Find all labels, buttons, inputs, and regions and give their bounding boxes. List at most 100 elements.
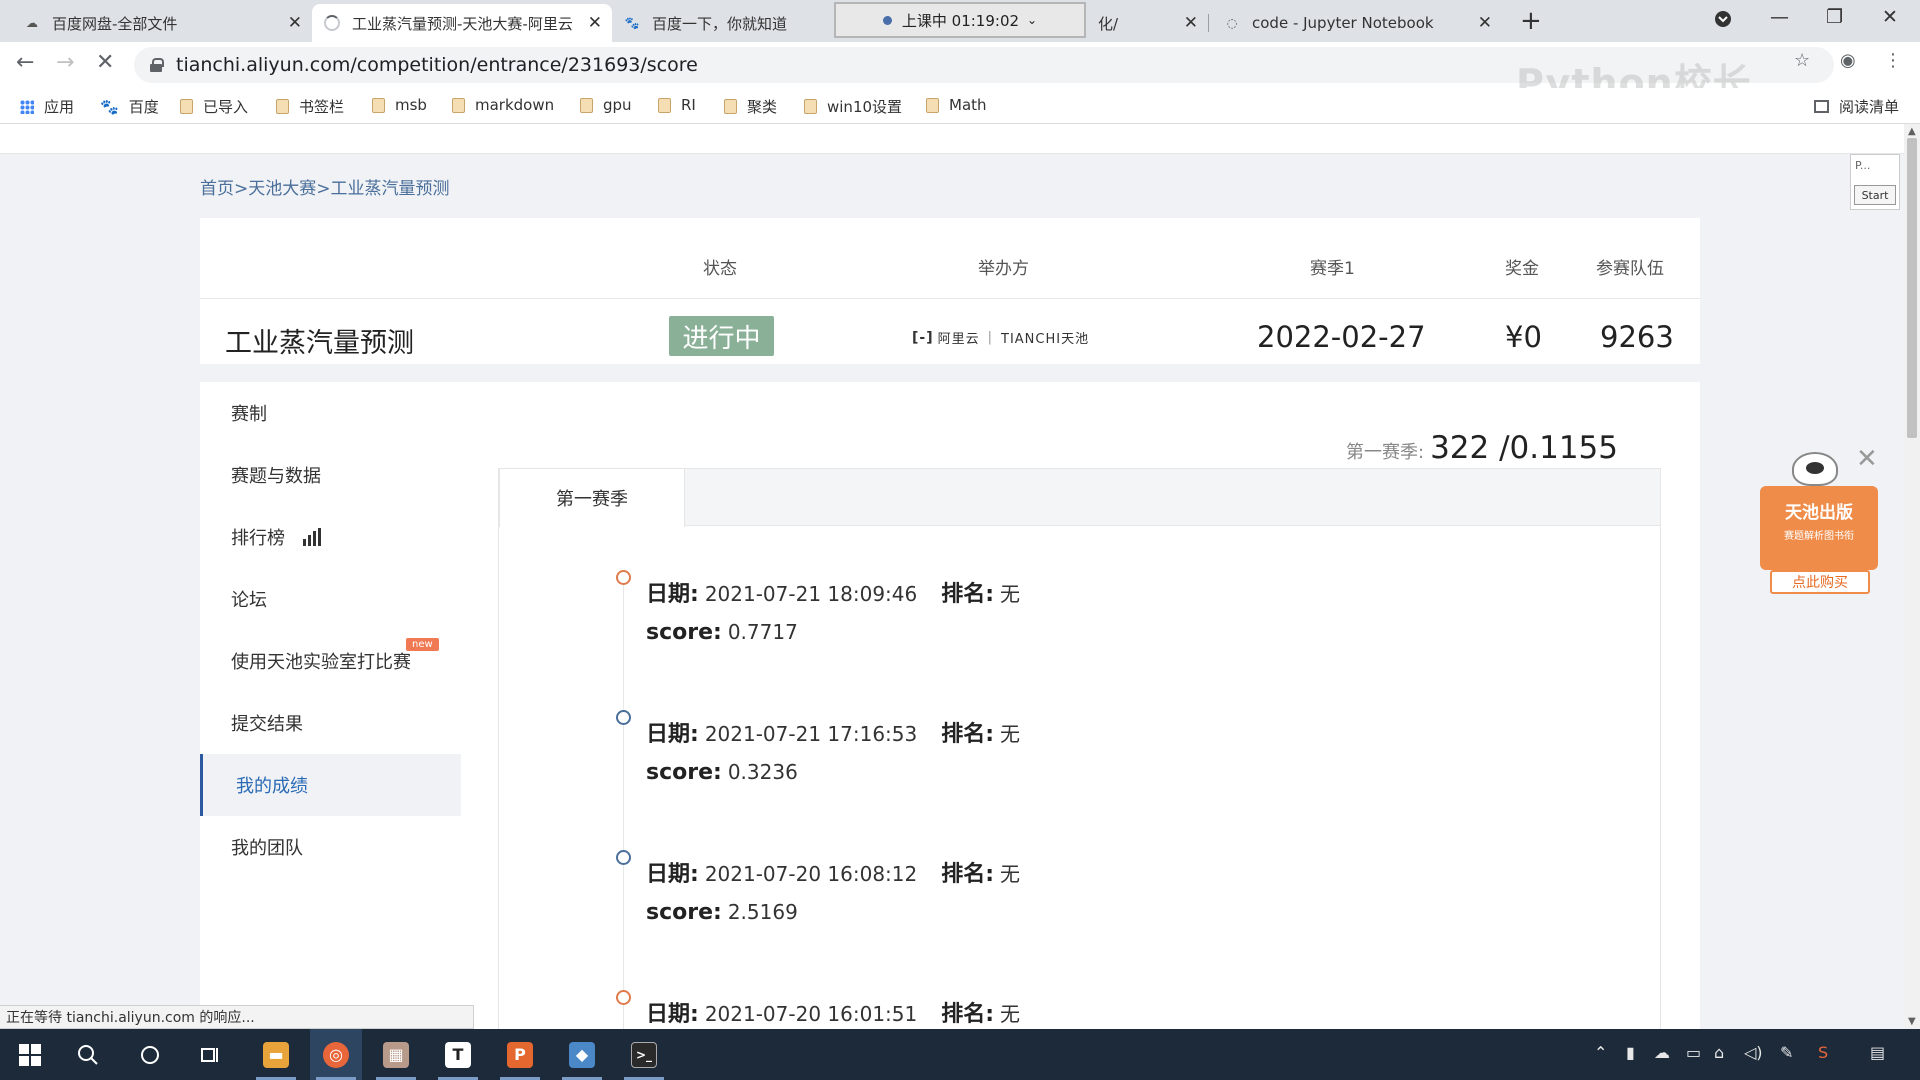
cortana-icon[interactable] bbox=[124, 1029, 176, 1080]
bookmark-clustering[interactable]: 聚类 bbox=[724, 96, 777, 117]
browser-tab-bar: ☁ 百度网盘-全部文件 ✕ 工业蒸汽量预测-天池大赛-阿里云 ✕ 🐾 百度一下，… bbox=[0, 0, 1920, 42]
typora-icon[interactable]: T bbox=[432, 1029, 484, 1080]
sidebar-item-my-team[interactable]: 我的团队 bbox=[200, 816, 461, 878]
sidebar-item-label: 论坛 bbox=[231, 590, 267, 611]
tab-jupyter[interactable]: ◌ code - Jupyter Notebook ✕ bbox=[1212, 4, 1502, 42]
sidebar-item-my-scores[interactable]: 我的成绩 bbox=[200, 754, 461, 816]
tray-chevron-up-icon[interactable]: ⌃ bbox=[1594, 1043, 1607, 1062]
pen-icon[interactable]: ✎ bbox=[1780, 1043, 1793, 1062]
back-arrow-icon[interactable]: ← bbox=[16, 50, 34, 75]
entry-date-rank: 日期: 2021-07-21 17:16:53 排名: 无 bbox=[646, 716, 1020, 748]
tab-search-icon[interactable] bbox=[1714, 10, 1732, 33]
reading-list[interactable]: 阅读清单 bbox=[1814, 96, 1899, 117]
bookmark-label: 书签栏 bbox=[299, 98, 345, 116]
sogou-input-icon[interactable]: S bbox=[1818, 1043, 1828, 1062]
scroll-down-icon[interactable]: ▼ bbox=[1908, 1016, 1916, 1027]
bookmark-apps[interactable]: 应用 bbox=[20, 96, 74, 117]
breadcrumb[interactable]: 首页>天池大赛>工业蒸汽量预测 bbox=[200, 174, 450, 199]
bookmark-msb[interactable]: msb bbox=[372, 96, 427, 114]
start-button[interactable]: Start bbox=[1854, 185, 1896, 205]
header-season: 赛季1 bbox=[1310, 259, 1355, 279]
onedrive-cloud-icon[interactable]: ☁ bbox=[1654, 1043, 1670, 1062]
folder-icon bbox=[926, 97, 939, 113]
bookmark-gpu[interactable]: gpu bbox=[580, 96, 632, 114]
notification-icon[interactable]: ▤ bbox=[1870, 1043, 1885, 1062]
tab-baidu-pan[interactable]: ☁ 百度网盘-全部文件 ✕ bbox=[12, 4, 312, 42]
sidebar-item-forum[interactable]: 论坛 bbox=[200, 568, 461, 630]
url-text[interactable]: tianchi.aliyun.com/competition/entrance/… bbox=[176, 54, 698, 76]
maximize-icon[interactable]: ❐ bbox=[1826, 6, 1843, 28]
folder-icon bbox=[452, 97, 465, 113]
date-label: 日期: bbox=[646, 722, 699, 747]
start-button[interactable] bbox=[4, 1029, 56, 1080]
tray-app-icon[interactable]: ▮ bbox=[1626, 1043, 1635, 1062]
timeline-dot bbox=[616, 570, 631, 585]
bookmark-math[interactable]: Math bbox=[926, 96, 987, 114]
recording-indicator[interactable]: 上课中 01:19:02 ⌄ bbox=[834, 2, 1086, 38]
bookmark-star-icon[interactable]: ☆ bbox=[1794, 50, 1810, 71]
bookmark-win10[interactable]: win10设置 bbox=[804, 96, 902, 117]
rank-label: 排名: bbox=[941, 1002, 995, 1027]
minimize-icon[interactable]: — bbox=[1770, 6, 1789, 28]
close-icon[interactable]: ✕ bbox=[588, 13, 602, 33]
tab-partial[interactable]: 化/ ✕ bbox=[1086, 4, 1208, 42]
powerpoint-icon[interactable]: P bbox=[494, 1029, 546, 1080]
kebab-menu-icon[interactable]: ⋮ bbox=[1884, 50, 1902, 71]
header-organizer: 举办方 bbox=[978, 259, 1029, 279]
tab-baidu[interactable]: 🐾 百度一下，你就知道 bbox=[612, 4, 834, 42]
bookmark-baidu[interactable]: 🐾 百度 bbox=[100, 96, 159, 117]
vscode-icon[interactable]: ◆ bbox=[556, 1029, 608, 1080]
profile-avatar-icon[interactable]: ◉ bbox=[1840, 50, 1856, 71]
new-tab-plus-icon[interactable]: + bbox=[1520, 6, 1542, 36]
vertical-scrollbar[interactable]: ▲ ▼ bbox=[1904, 124, 1920, 1029]
stop-loading-icon[interactable]: ✕ bbox=[96, 50, 114, 75]
battery-icon[interactable]: ▭ bbox=[1686, 1043, 1701, 1062]
terminal-icon[interactable]: >_ bbox=[618, 1029, 670, 1080]
score-label: score: bbox=[646, 900, 722, 925]
tab-title: 工业蒸汽量预测-天池大赛-阿里云 bbox=[352, 14, 573, 33]
header-prize: 奖金 bbox=[1505, 259, 1539, 279]
season-score-summary: 第一赛季: 322 /0.1155 bbox=[1346, 430, 1618, 466]
bookmark-label: 聚类 bbox=[747, 98, 778, 116]
scroll-up-icon[interactable]: ▲ bbox=[1908, 126, 1916, 137]
bookmark-label: 百度 bbox=[128, 98, 159, 116]
scrollbar-thumb[interactable] bbox=[1907, 138, 1917, 438]
sidebar-item-data[interactable]: 赛题与数据 bbox=[200, 444, 461, 506]
search-icon[interactable] bbox=[62, 1029, 114, 1080]
file-explorer-icon[interactable]: ▬ bbox=[250, 1029, 302, 1080]
task-view-icon[interactable] bbox=[184, 1029, 236, 1080]
promo-book: 天池出版 赛题解析图书衔 bbox=[1760, 486, 1878, 570]
chrome-icon[interactable]: ◎ bbox=[310, 1029, 362, 1080]
timeline-dot bbox=[616, 710, 631, 725]
forward-arrow-icon[interactable]: → bbox=[56, 50, 74, 75]
rank-value: 无 bbox=[1000, 582, 1021, 606]
bookmark-markdown[interactable]: markdown bbox=[452, 96, 554, 114]
close-icon[interactable]: ✕ bbox=[288, 13, 302, 33]
close-icon[interactable]: ✕ bbox=[1856, 444, 1878, 474]
apps-grid-icon bbox=[20, 99, 34, 114]
tab-tianchi-active[interactable]: 工业蒸汽量预测-天池大赛-阿里云 ✕ bbox=[312, 4, 612, 42]
sidebar-item-submit[interactable]: 提交结果 bbox=[200, 692, 461, 754]
close-icon[interactable]: ✕ bbox=[1478, 13, 1492, 33]
sidebar-item-rules[interactable]: 赛制 bbox=[200, 382, 461, 444]
image-viewer-icon[interactable]: ▦ bbox=[370, 1029, 422, 1080]
header-teams: 参赛队伍 bbox=[1596, 259, 1664, 279]
close-icon[interactable]: ✕ bbox=[1184, 13, 1198, 33]
organizer-logo-right: TIANCHI天池 bbox=[1001, 332, 1090, 347]
bookmark-ri[interactable]: RI bbox=[658, 96, 696, 114]
folder-icon bbox=[180, 99, 193, 114]
tab-title: 百度网盘-全部文件 bbox=[52, 14, 178, 33]
window-close-icon[interactable]: ✕ bbox=[1882, 6, 1898, 28]
network-icon[interactable]: ⌂ bbox=[1714, 1043, 1724, 1062]
chevron-down-icon[interactable]: ⌄ bbox=[1027, 13, 1037, 27]
sidebar-item-lab[interactable]: 使用天池实验室打比赛 new bbox=[200, 630, 461, 692]
bookmark-imported[interactable]: 已导入 bbox=[180, 96, 248, 117]
book-promo-widget[interactable]: ✕ 天池出版 赛题解析图书衔 点此购买 bbox=[1754, 444, 1884, 604]
bookmark-bookmarks-bar[interactable]: 书签栏 bbox=[276, 96, 344, 117]
bookmark-label: markdown bbox=[475, 96, 555, 114]
lock-icon[interactable] bbox=[150, 58, 164, 72]
volume-icon[interactable]: ◁) bbox=[1744, 1043, 1763, 1062]
buy-button[interactable]: 点此购买 bbox=[1770, 570, 1870, 594]
tab-season-1[interactable]: 第一赛季 bbox=[499, 468, 685, 527]
sidebar-item-leaderboard[interactable]: 排行榜 bbox=[200, 506, 461, 568]
